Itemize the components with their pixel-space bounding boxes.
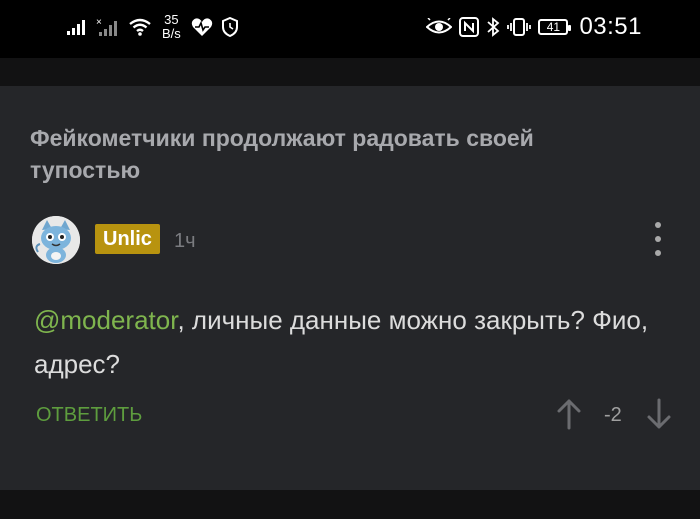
separator-band [0,58,700,86]
signal-no-sim-icon: × [96,17,117,36]
avatar[interactable] [32,216,80,264]
menu-dot [655,236,661,242]
nfc-icon [459,17,480,37]
author-name-badge[interactable]: Unlic [95,224,160,254]
signal-icon [67,20,85,35]
svg-text:×: × [96,17,102,28]
user-mention-link[interactable]: @moderator [34,305,177,335]
clock: 03:51 [579,13,642,40]
network-speed-unit: B/s [162,26,181,41]
vibrate-icon [507,18,532,36]
menu-dot [655,250,661,256]
comment-time: 1ч [174,230,196,252]
shield-icon [221,17,238,37]
battery-indicator: 41 [538,19,572,35]
menu-dot [655,222,661,228]
eye-comfort-icon [426,18,453,34]
comment-text: @moderator, личные данные можно закрыть?… [34,298,654,386]
more-options-icon[interactable] [650,222,666,256]
heart-rate-icon [191,18,212,36]
network-speed: 35 B/s [162,13,181,41]
upvote-arrow-icon[interactable] [556,398,582,430]
reply-button[interactable]: ОТВЕТИТЬ [36,402,142,428]
downvote-arrow-icon[interactable] [646,398,672,430]
wifi-icon [129,18,151,36]
network-speed-value: 35 [164,12,179,27]
battery-level: 41 [546,20,561,34]
status-bar-left: × 35 B/s [66,10,239,44]
bluetooth-icon [487,17,500,37]
bottom-separator [0,490,700,519]
comment-card: Фейкометчики продолжают радовать своей т… [0,86,700,490]
status-bar: × 35 B/s 41 03:51 [0,0,700,58]
post-title[interactable]: Фейкометчики продолжают радовать своей т… [30,122,650,186]
status-bar-right: 41 03:51 [426,10,642,44]
comment-score: -2 [604,404,622,426]
